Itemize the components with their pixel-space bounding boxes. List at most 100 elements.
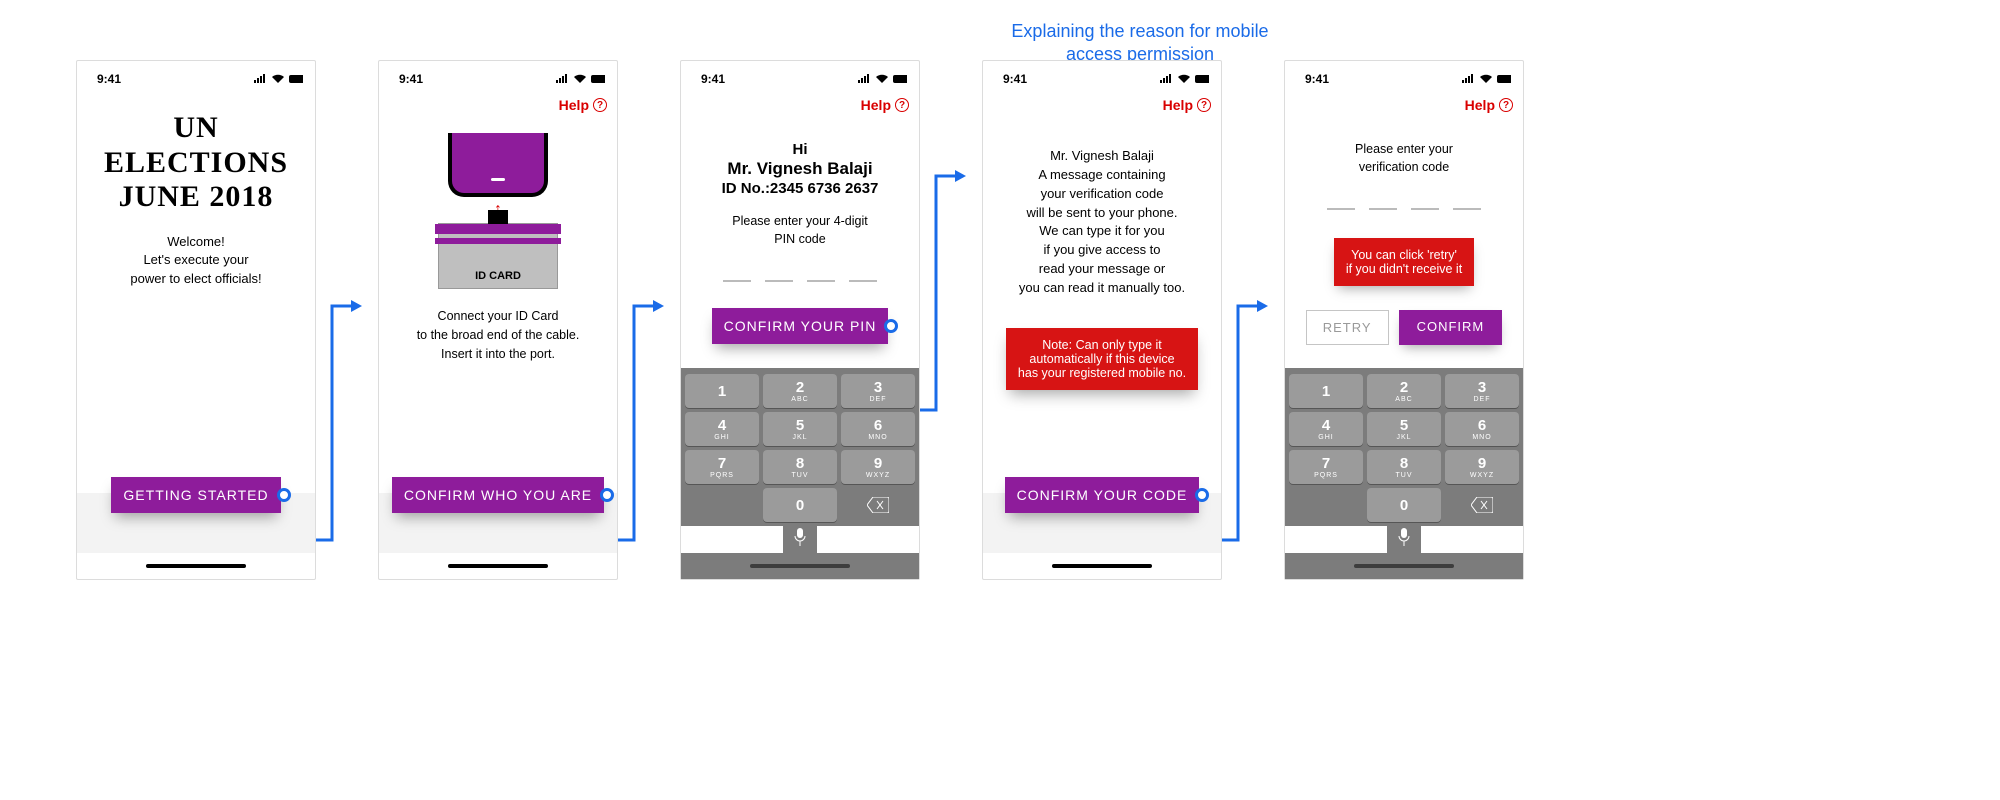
keypad-key-3[interactable]: 3DEF — [1445, 374, 1519, 408]
keypad-key-7[interactable]: 7PQRS — [685, 450, 759, 484]
keypad-key-3[interactable]: 3DEF — [841, 374, 915, 408]
status-time: 9:41 — [97, 72, 121, 86]
help-label: Help — [861, 97, 891, 113]
text-line: will be sent to your phone. — [1019, 204, 1185, 223]
code-input[interactable] — [1327, 198, 1481, 210]
keypad-key-0[interactable]: 0 — [763, 488, 837, 522]
battery-icon — [591, 74, 605, 84]
confirm-code-button[interactable]: CONFIRM YOUR CODE — [1005, 477, 1200, 513]
keypad-key-0[interactable]: 0 — [1367, 488, 1441, 522]
flow-node-icon — [1195, 488, 1209, 502]
confirm-pin-button[interactable]: CONFIRM YOUR PIN — [712, 308, 889, 344]
retry-tip-box: You can click 'retry' if you didn't rece… — [1334, 238, 1474, 286]
wifi-icon — [271, 74, 285, 84]
keypad-key-8[interactable]: 8TUV — [1367, 450, 1441, 484]
flow-node-icon — [884, 319, 898, 333]
home-indicator[interactable] — [681, 553, 919, 579]
flow-node-icon — [277, 488, 291, 502]
welcome-text: Welcome! Let's execute your power to ele… — [130, 233, 261, 290]
text-line: has your registered mobile no. — [1018, 366, 1186, 380]
status-time: 9:41 — [1305, 72, 1329, 86]
user-name: Mr. Vignesh Balaji — [727, 159, 872, 179]
keypad-key-2[interactable]: 2ABC — [1367, 374, 1441, 408]
status-time: 9:41 — [1003, 72, 1027, 86]
page-title: UN ELECTIONS JUNE 2018 — [104, 111, 288, 215]
help-label: Help — [559, 97, 589, 113]
keypad-key-6[interactable]: 6MNO — [1445, 412, 1519, 446]
card-label: ID CARD — [475, 270, 521, 282]
status-time: 9:41 — [399, 72, 423, 86]
screen-enter-pin: 9:41 Help? Hi Mr. Vignesh Balaji ID No.:… — [680, 60, 920, 580]
keypad-key-9[interactable]: 9WXYZ — [841, 450, 915, 484]
keypad-key-7[interactable]: 7PQRS — [1289, 450, 1363, 484]
backspace-icon[interactable] — [1445, 488, 1519, 522]
home-indicator[interactable] — [77, 553, 315, 579]
button-label: CONFIRM WHO YOU ARE — [404, 487, 592, 503]
text-line: A message containing — [1019, 166, 1185, 185]
text-line: We can type it for you — [1019, 222, 1185, 241]
title-line: JUNE 2018 — [104, 180, 288, 215]
keypad-key-2[interactable]: 2ABC — [763, 374, 837, 408]
mic-icon[interactable] — [793, 528, 807, 546]
text-line: Insert it into the port. — [417, 345, 580, 364]
retry-button[interactable]: RETRY — [1306, 310, 1389, 345]
mic-icon[interactable] — [1397, 528, 1411, 546]
help-link[interactable]: Help? — [1465, 97, 1513, 113]
keypad-key-1[interactable]: 1 — [685, 374, 759, 408]
confirm-button[interactable]: CONFIRM — [1399, 310, 1503, 345]
instruction-text: Connect your ID Card to the broad end of… — [417, 307, 580, 363]
text-line: to the broad end of the cable. — [417, 326, 580, 345]
text-line: Welcome! — [130, 233, 261, 252]
user-id: ID No.:2345 6736 2637 — [722, 180, 879, 197]
help-link[interactable]: Help? — [861, 97, 909, 113]
help-icon: ? — [895, 98, 909, 112]
pin-input[interactable] — [723, 270, 877, 282]
battery-icon — [893, 74, 907, 84]
text-line: power to elect officials! — [130, 270, 261, 289]
id-card-slot: ID CARD — [438, 223, 558, 289]
keypad-key-1[interactable]: 1 — [1289, 374, 1363, 408]
home-indicator[interactable] — [983, 553, 1221, 579]
keypad-key-9[interactable]: 9WXYZ — [1445, 450, 1519, 484]
status-bar: 9:41 — [1285, 67, 1523, 91]
text-line: if you give access to — [1019, 241, 1185, 260]
home-indicator[interactable] — [1285, 553, 1523, 579]
help-link[interactable]: Help? — [559, 97, 607, 113]
keypad-key-6[interactable]: 6MNO — [841, 412, 915, 446]
keypad-key-4[interactable]: 4GHI — [685, 412, 759, 446]
pin-prompt: Please enter your 4-digit PIN code — [732, 213, 868, 248]
backspace-icon[interactable] — [841, 488, 915, 522]
text-line: PIN code — [732, 231, 868, 249]
text-line: read your message or — [1019, 260, 1185, 279]
help-link[interactable]: Help? — [1163, 97, 1211, 113]
text-line: automatically if this device — [1018, 352, 1186, 366]
wifi-icon — [1479, 74, 1493, 84]
screen-enter-code: 9:41 Help? Please enter your verificatio… — [1284, 60, 1524, 580]
title-line: UN — [104, 111, 288, 146]
keypad-key-5[interactable]: 5JKL — [1367, 412, 1441, 446]
keypad-key-8[interactable]: 8TUV — [763, 450, 837, 484]
button-label: CONFIRM YOUR PIN — [724, 318, 877, 334]
flow-node-icon — [600, 488, 614, 502]
screen-welcome: 9:41 UN ELECTIONS JUNE 2018 Welcome! Let… — [76, 60, 316, 580]
text-line: your verification code — [1019, 185, 1185, 204]
help-icon: ? — [1197, 98, 1211, 112]
status-bar: 9:41 — [77, 67, 315, 91]
help-label: Help — [1163, 97, 1193, 113]
confirm-identity-button[interactable]: CONFIRM WHO YOU ARE — [392, 477, 604, 513]
screen-permission-explain: 9:41 Help? Mr. Vignesh Balaji A message … — [982, 60, 1222, 580]
signal-icon — [1461, 74, 1475, 84]
signal-icon — [857, 74, 871, 84]
home-indicator[interactable] — [379, 553, 617, 579]
keypad-key-4[interactable]: 4GHI — [1289, 412, 1363, 446]
keypad-key-5[interactable]: 5JKL — [763, 412, 837, 446]
getting-started-button[interactable]: GETTING STARTED — [111, 477, 280, 513]
help-label: Help — [1465, 97, 1495, 113]
id-card-illustration: ↑ ID CARD — [413, 133, 583, 293]
mic-row — [1387, 526, 1421, 553]
permission-explanation: Mr. Vignesh Balaji A message containing … — [1019, 147, 1185, 298]
text-line: Please enter your — [1355, 141, 1453, 159]
numeric-keypad: 12ABC3DEF 4GHI5JKL6MNO 7PQRS8TUV9WXYZ0 — [1285, 368, 1523, 526]
status-bar: 9:41 — [681, 67, 919, 91]
wifi-icon — [875, 74, 889, 84]
